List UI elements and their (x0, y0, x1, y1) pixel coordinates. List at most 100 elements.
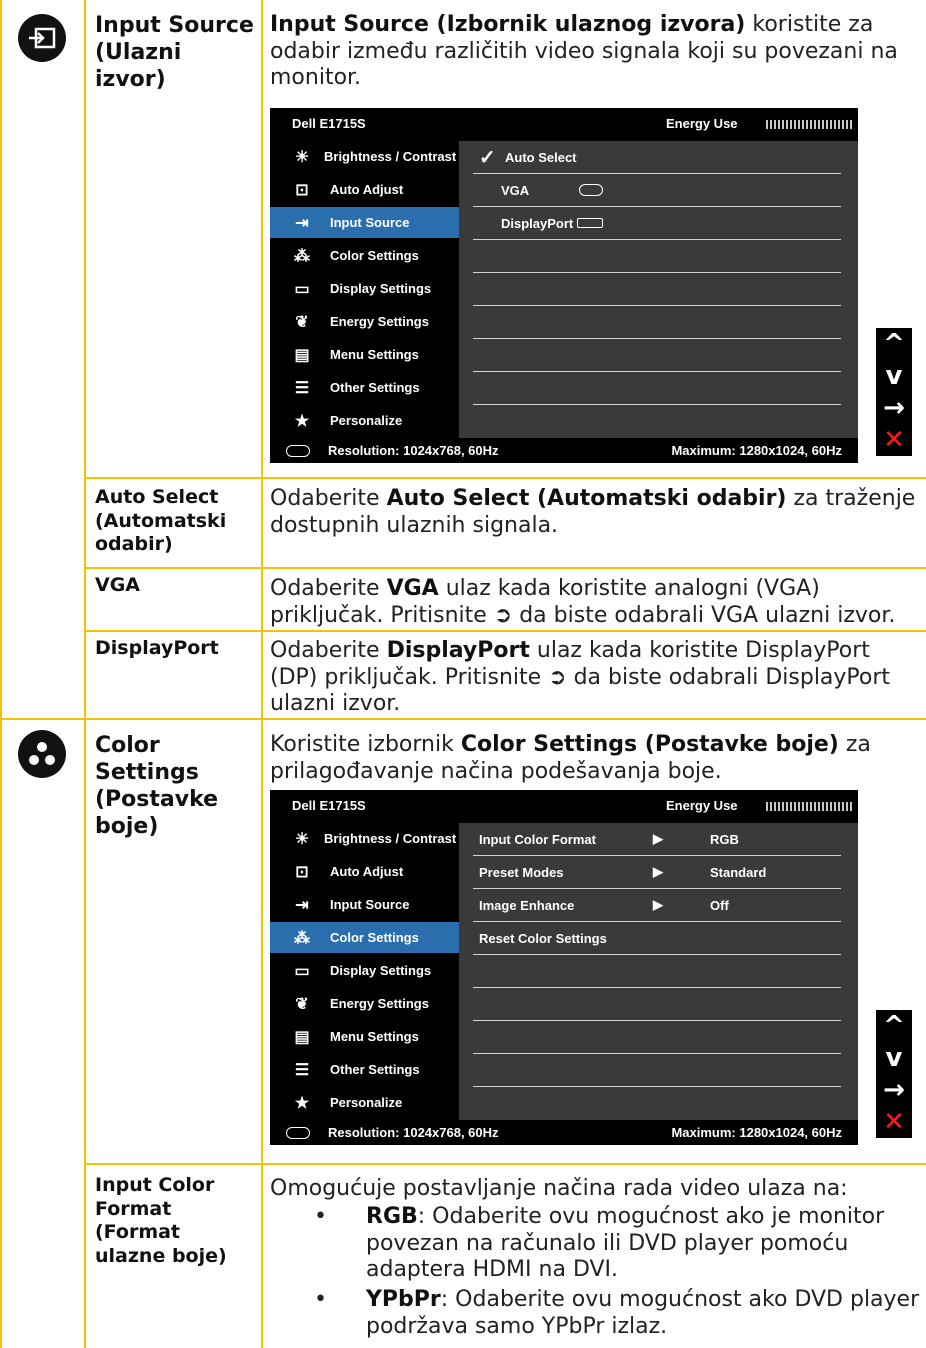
osd-footer: Resolution: 1024x768, 60Hz Maximum: 1280… (270, 1120, 858, 1145)
osd-nav-buttons: ^ v → ✕ (876, 328, 912, 456)
osd-title: Dell E1715S (292, 116, 366, 131)
osd-menu-energy-settings[interactable]: ❦ Energy Settings (270, 988, 459, 1019)
osd-menu-brightness[interactable]: ☀ Brightness / Contrast (270, 141, 459, 172)
auto-adjust-icon: ⊡ (295, 863, 309, 881)
vga-port-icon (579, 184, 603, 196)
star-icon: ★ (294, 1094, 310, 1112)
osd-menu-display-settings[interactable]: ▭ Display Settings (270, 273, 459, 304)
option-empty (473, 240, 841, 273)
osd-color-settings: Dell E1715S Energy Use ☀ Brightness / Con… (270, 790, 858, 1145)
osd-maximum: Maximum: 1280x1024, 60Hz (671, 1125, 842, 1140)
down-arrow-icon[interactable]: v (876, 1042, 912, 1074)
input-source-label: Input Source (Ulazni izvor) (95, 13, 254, 92)
color-settings-icon: ⁂ (294, 247, 310, 265)
enter-arrow-icon[interactable]: → (876, 1074, 912, 1106)
vga-desc: Odaberite VGA ulaz kada koristite analog… (270, 576, 896, 628)
right-triangle-icon: ▶ (653, 897, 663, 912)
exit-icon[interactable]: ✕ (876, 424, 912, 456)
menu-settings-icon: ▤ (294, 346, 310, 364)
option-input-color-format[interactable]: Input Color Format ▶ RGB (473, 823, 841, 856)
option-vga[interactable]: VGA (473, 174, 841, 207)
osd-menu-display-settings[interactable]: ▭ Display Settings (270, 955, 459, 986)
checkmark-icon: ✓ (479, 146, 496, 169)
auto-select-desc: Odaberite Auto Select (Automatski odabir… (270, 486, 916, 538)
enter-arrow-icon[interactable]: → (876, 392, 912, 424)
option-displayport[interactable]: DisplayPort (473, 207, 841, 240)
input-source-icon: ⇥ (295, 214, 309, 232)
display-settings-icon: ▭ (294, 962, 310, 980)
option-empty (473, 988, 841, 1021)
osd-options-panel: Input Color Format ▶ RGB Preset Modes ▶ Stan… (459, 823, 858, 1120)
option-empty (473, 273, 841, 306)
rule-h1 (84, 477, 926, 479)
input-color-format-intro: Omogućuje postavljanje načina rada video… (270, 1176, 848, 1201)
vga-port-icon (286, 1126, 310, 1139)
vga-port-icon (286, 444, 310, 457)
auto-select-label: Auto Select (Automatski odabir) (95, 486, 227, 555)
rule-col2 (261, 0, 263, 1348)
option-empty (473, 1087, 841, 1120)
rgb-desc: RGB: Odaberite ovu mogućnost ako je moni… (366, 1204, 885, 1282)
option-empty (473, 339, 841, 372)
exit-icon[interactable]: ✕ (876, 1106, 912, 1138)
vga-label: VGA (95, 574, 141, 596)
osd-resolution: Resolution: 1024x768, 60Hz (328, 1125, 499, 1140)
down-arrow-icon[interactable]: v (876, 360, 912, 392)
energy-leaf-icon: ❦ (295, 313, 309, 331)
option-empty (473, 405, 841, 438)
option-auto-select[interactable]: ✓ Auto Select (473, 141, 841, 174)
star-icon: ★ (294, 412, 310, 430)
osd-menu-personalize[interactable]: ★ Personalize (270, 405, 459, 436)
brightness-icon: ☀ (294, 148, 310, 166)
manual-page: Input Source (Ulazni izvor) Input Source… (0, 0, 926, 1348)
up-arrow-icon[interactable]: ^ (876, 1010, 912, 1042)
input-source-intro: Input Source (Izbornik ulaznog izvora) k… (270, 12, 920, 92)
osd-menu-auto-adjust[interactable]: ⊡ Auto Adjust (270, 174, 459, 205)
osd-energy-label: Energy Use (666, 116, 738, 131)
osd-menu-auto-adjust[interactable]: ⊡ Auto Adjust (270, 856, 459, 887)
osd-menu-menu-settings[interactable]: ▤ Menu Settings (270, 1021, 459, 1052)
menu-settings-icon: ▤ (294, 1028, 310, 1046)
option-empty (473, 306, 841, 339)
color-settings-label: Color Settings (Postavke boje) (95, 733, 219, 839)
input-source-icon: ⇥ (295, 896, 309, 914)
osd-nav-buttons: ^ v → ✕ (876, 1010, 912, 1138)
rule-left (0, 0, 2, 1348)
osd-menu-brightness[interactable]: ☀ Brightness / Contrast (270, 823, 459, 854)
energy-meter (766, 120, 854, 129)
option-empty (473, 955, 841, 988)
auto-adjust-icon: ⊡ (295, 181, 309, 199)
brightness-icon: ☀ (294, 830, 310, 848)
option-reset-color-settings[interactable]: Reset Color Settings (473, 922, 841, 955)
option-preset-modes[interactable]: Preset Modes ▶ Standard (473, 856, 841, 889)
osd-menu-energy-settings[interactable]: ❦ Energy Settings (270, 306, 459, 337)
option-empty (473, 1054, 841, 1087)
osd-input-source: Dell E1715S Energy Use ☀ Brightness / Con… (270, 108, 858, 463)
rule-h2 (84, 567, 926, 569)
osd-menu-color-settings[interactable]: ⁂ Color Settings (270, 240, 459, 271)
osd-menu-menu-settings[interactable]: ▤ Menu Settings (270, 339, 459, 370)
osd-menu-personalize[interactable]: ★ Personalize (270, 1087, 459, 1118)
up-arrow-icon[interactable]: ^ (876, 328, 912, 360)
osd-menu-other-settings[interactable]: ☰ Other Settings (270, 372, 459, 403)
osd-menu: ☀ Brightness / Contrast ⊡ Auto Adjust ⇥ Inp… (270, 823, 459, 1120)
energy-leaf-icon: ❦ (295, 995, 309, 1013)
osd-menu-other-settings[interactable]: ☰ Other Settings (270, 1054, 459, 1085)
osd-menu-input-source[interactable]: ⇥ Input Source (270, 889, 459, 920)
option-empty (473, 1021, 841, 1054)
enter-button-icon: ➲ (493, 602, 513, 628)
osd-title: Dell E1715S (292, 798, 366, 813)
displayport-desc: Odaberite DisplayPort ulaz kada koristit… (270, 638, 891, 716)
osd-menu-color-settings[interactable]: ⁂ Color Settings (270, 922, 459, 953)
option-image-enhance[interactable]: Image Enhance ▶ Off (473, 889, 841, 922)
displayport-icon (577, 218, 603, 228)
color-settings-icon: ⁂ (294, 929, 310, 947)
osd-menu-input-source[interactable]: ⇥ Input Source (270, 207, 459, 238)
rule-h3 (84, 630, 926, 632)
other-settings-icon: ☰ (294, 1061, 310, 1079)
displayport-label: DisplayPort (95, 637, 219, 659)
energy-meter (766, 802, 854, 811)
input-source-icon (18, 14, 66, 62)
display-settings-icon: ▭ (294, 280, 310, 298)
input-source-intro-bold: Input Source (Izbornik ulaznog izvora) (270, 12, 746, 37)
